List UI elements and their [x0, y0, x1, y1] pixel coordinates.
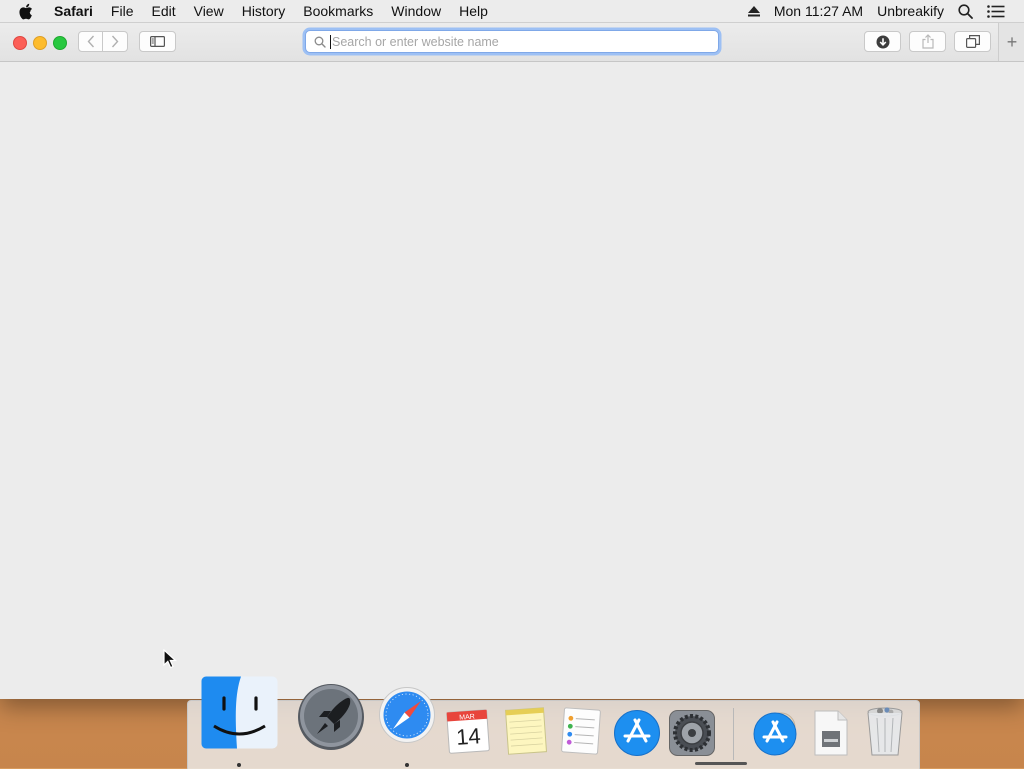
- downloads-button[interactable]: [864, 31, 901, 52]
- address-input[interactable]: [332, 34, 692, 49]
- address-bar[interactable]: [305, 30, 719, 53]
- calendar-month: MAR: [459, 714, 475, 722]
- dock-scroll-indicator: [695, 762, 747, 765]
- menu-clock[interactable]: Mon 11:27 AM: [767, 0, 870, 22]
- dock-separator: [733, 708, 734, 760]
- download-icon: [876, 35, 889, 48]
- minimize-button[interactable]: [33, 36, 47, 50]
- safari-icon[interactable]: [378, 686, 436, 744]
- menu-view[interactable]: View: [185, 0, 233, 22]
- menu-window[interactable]: Window: [382, 0, 450, 22]
- trash-icon[interactable]: [862, 704, 908, 758]
- system-preferences-icon[interactable]: [668, 709, 716, 757]
- share-button[interactable]: [909, 31, 946, 52]
- zoom-button[interactable]: [53, 36, 67, 50]
- calendar-icon[interactable]: MAR 14: [446, 708, 492, 754]
- menu-bar: Safari File Edit View History Bookmarks …: [0, 0, 1024, 23]
- spotlight-icon[interactable]: [951, 3, 980, 19]
- eject-icon[interactable]: [741, 5, 767, 17]
- safari-window: +: [0, 23, 1024, 699]
- menu-user[interactable]: Unbreakify: [870, 0, 951, 22]
- page-content-area[interactable]: [0, 62, 1024, 699]
- apple-icon[interactable]: [0, 3, 45, 20]
- new-tab-button[interactable]: +: [998, 23, 1024, 61]
- chevron-right-icon: [111, 35, 119, 48]
- show-all-tabs-button[interactable]: [954, 31, 991, 52]
- calendar-day: 14: [455, 723, 481, 750]
- toolbar: +: [0, 23, 1024, 62]
- menu-help[interactable]: Help: [450, 0, 497, 22]
- document-icon[interactable]: [811, 709, 851, 757]
- mouse-cursor-icon: [163, 649, 177, 669]
- chevron-left-icon: [87, 35, 94, 48]
- launchpad-icon[interactable]: [295, 680, 367, 752]
- running-indicator-finder: [237, 763, 241, 767]
- share-icon: [921, 34, 934, 49]
- running-indicator-safari: [405, 763, 409, 767]
- search-icon: [314, 36, 326, 48]
- close-button[interactable]: [13, 36, 27, 50]
- app-store-icon[interactable]: [613, 709, 661, 757]
- downloads-stack-icon[interactable]: [751, 709, 799, 757]
- menu-app-name[interactable]: Safari: [45, 0, 102, 22]
- back-button[interactable]: [78, 31, 103, 52]
- sidebar-icon: [150, 36, 165, 47]
- notification-center-icon[interactable]: [980, 4, 1012, 18]
- forward-button[interactable]: [103, 31, 128, 52]
- menu-history[interactable]: History: [233, 0, 295, 22]
- reminders-icon[interactable]: [558, 706, 604, 756]
- finder-icon[interactable]: [201, 676, 278, 749]
- notes-icon[interactable]: [503, 706, 549, 756]
- menu-bookmarks[interactable]: Bookmarks: [294, 0, 382, 22]
- tabs-overview-icon: [965, 35, 980, 48]
- menu-edit[interactable]: Edit: [142, 0, 184, 22]
- text-caret: [330, 34, 331, 49]
- menu-file[interactable]: File: [102, 0, 143, 22]
- sidebar-button[interactable]: [139, 31, 176, 52]
